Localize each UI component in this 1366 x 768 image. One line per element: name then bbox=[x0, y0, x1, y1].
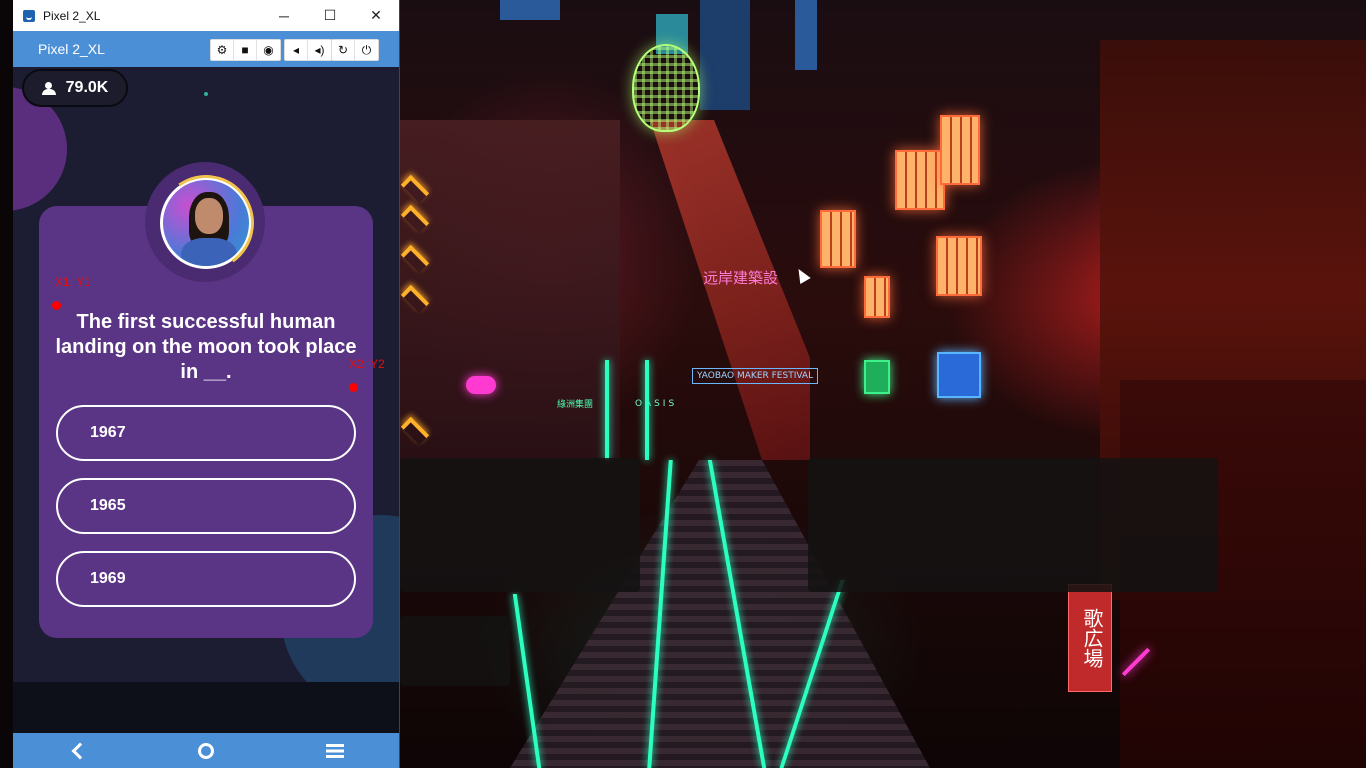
back-button[interactable] bbox=[57, 736, 97, 766]
pink-neon-lamp bbox=[466, 376, 496, 394]
android-nav-bar bbox=[13, 733, 399, 768]
lit-window bbox=[864, 276, 890, 318]
start-marker-dot bbox=[52, 301, 61, 310]
sky-building bbox=[500, 0, 560, 20]
device-name-label: Pixel 2_XL bbox=[38, 41, 105, 57]
back-icon bbox=[71, 742, 89, 759]
home-icon bbox=[197, 742, 214, 759]
answer-option-label: 1967 bbox=[90, 424, 126, 441]
decorative-dot bbox=[204, 92, 208, 96]
lit-window bbox=[940, 115, 980, 185]
lit-window bbox=[936, 236, 982, 296]
green-window bbox=[864, 360, 890, 394]
window-title: Pixel 2_XL bbox=[43, 8, 101, 23]
device-bottom-strip bbox=[13, 682, 399, 733]
start-marker-label: X1, Y1 bbox=[55, 275, 91, 289]
emulator-toolbar: Pixel 2_XL ⚙ ■ ◉ ◂ ◂) ↻ ⏻ bbox=[13, 31, 399, 67]
settings-icon[interactable]: ⚙ bbox=[211, 40, 234, 60]
mouse-cursor-icon bbox=[793, 265, 811, 285]
viewer-count: 79.0K bbox=[65, 79, 109, 96]
maximize-button[interactable]: ☐ bbox=[307, 0, 353, 31]
minimize-button[interactable]: ─ bbox=[261, 0, 307, 31]
screenshot-camera-icon[interactable]: ◉ bbox=[257, 40, 280, 60]
window-controls: ─ ☐ ✕ bbox=[261, 0, 399, 31]
blue-window bbox=[937, 352, 981, 398]
shadow-block bbox=[400, 458, 640, 592]
sky-building bbox=[795, 0, 817, 70]
festival-sign: YAOBAO MAKER FESTIVAL bbox=[692, 368, 819, 384]
shadow-block bbox=[808, 458, 1218, 592]
viewer-count-badge: 79.0K bbox=[22, 69, 128, 107]
close-button[interactable]: ✕ bbox=[353, 0, 399, 31]
neon-kanji-sign: 远岸建築設 bbox=[703, 269, 779, 287]
oasis-sign: OASIS bbox=[635, 399, 678, 409]
volume-up-icon[interactable]: ◂) bbox=[308, 40, 331, 60]
shadow-block bbox=[400, 616, 510, 686]
viewers-icon bbox=[41, 82, 60, 95]
answer-option-2[interactable]: 1965 bbox=[56, 478, 356, 534]
answer-option-label: 1969 bbox=[90, 570, 126, 587]
answer-option-label: 1965 bbox=[90, 497, 126, 514]
device-screen: 79.0K X1, Y1 X2, Y2 The first successful… bbox=[13, 67, 399, 733]
power-icon[interactable]: ⏻ bbox=[355, 40, 378, 60]
lit-window bbox=[895, 150, 945, 210]
window-titlebar[interactable]: Pixel 2_XL ─ ☐ ✕ bbox=[13, 0, 399, 31]
neon-balloon bbox=[632, 44, 700, 132]
menu-icon bbox=[325, 743, 344, 758]
green-neon-sign: 綠洲集團 bbox=[557, 400, 594, 410]
emulator-window: Pixel 2_XL ─ ☐ ✕ Pixel 2_XL ⚙ ■ ◉ ◂ ◂) ↻… bbox=[13, 0, 400, 768]
answer-option-3[interactable]: 1969 bbox=[56, 551, 356, 607]
stair-neon-rail bbox=[605, 360, 609, 460]
stair-neon-rail bbox=[645, 360, 649, 460]
karaoke-sign: 歌広場 bbox=[1068, 584, 1112, 692]
rotate-icon[interactable]: ↻ bbox=[332, 40, 355, 60]
volume-down-icon[interactable]: ◂ bbox=[285, 40, 308, 60]
answer-option-1[interactable]: 1967 bbox=[56, 405, 356, 461]
video-camera-icon[interactable]: ■ bbox=[234, 40, 257, 60]
sky-building bbox=[700, 0, 750, 110]
emulator-app-icon bbox=[23, 9, 35, 22]
home-button[interactable] bbox=[186, 736, 226, 766]
quiz-question: The first successful human landing on th… bbox=[55, 311, 357, 383]
menu-button[interactable] bbox=[315, 736, 355, 766]
capture-tool-group: ⚙ ■ ◉ bbox=[210, 39, 281, 61]
volume-tool-group: ◂ ◂) bbox=[284, 39, 332, 61]
lit-window bbox=[820, 210, 856, 268]
desktop-wallpaper: 远岸建築設 YAOBAO MAKER FESTIVAL 綠洲集團 OASIS 歌… bbox=[400, 0, 1366, 768]
power-tool-group: ↻ ⏻ bbox=[331, 39, 379, 61]
